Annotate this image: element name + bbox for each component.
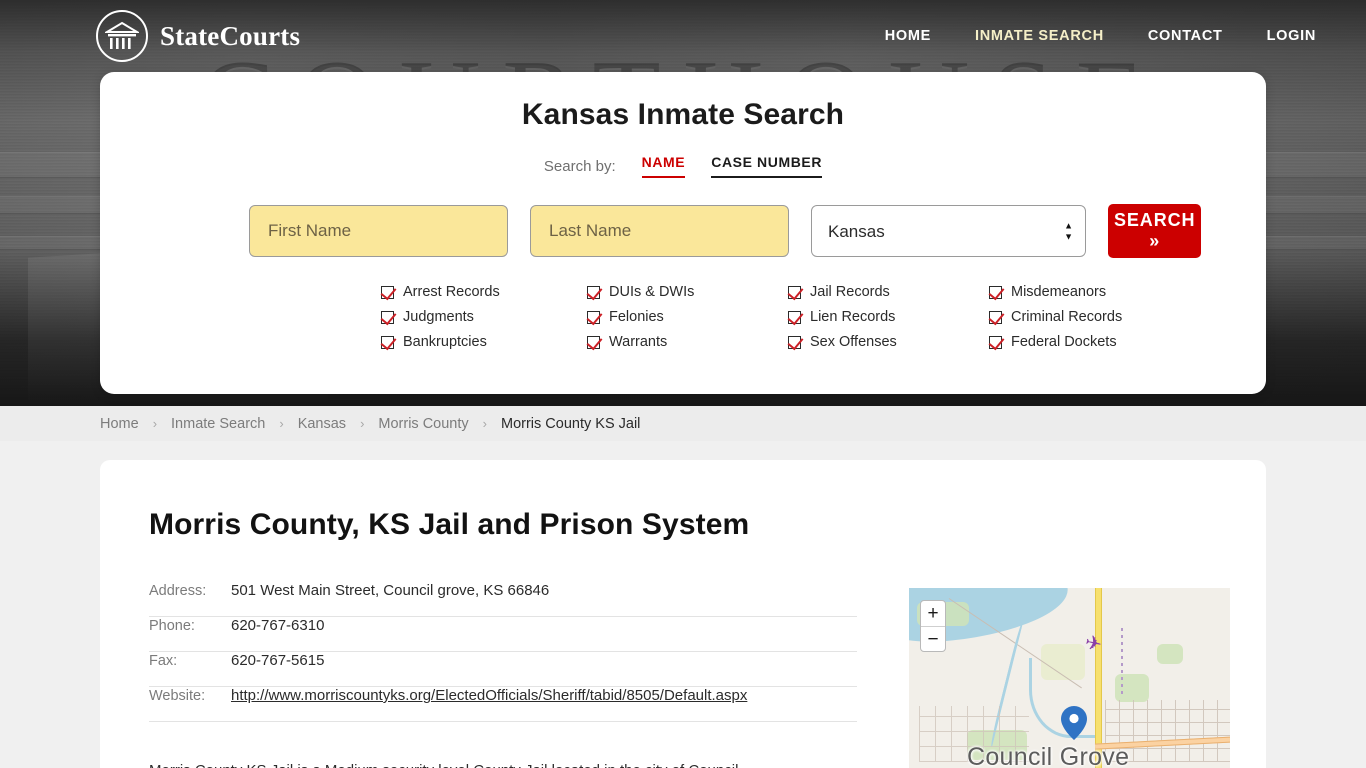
- checkbox-icon: [788, 285, 801, 299]
- info-value-address: 501 West Main Street, Council grove, KS …: [231, 582, 550, 599]
- site-logo-text: StateCourts: [160, 20, 301, 51]
- first-name-input[interactable]: [249, 205, 508, 257]
- map-city-label: Council Grove: [967, 743, 1130, 768]
- map-green-area: [1157, 644, 1183, 664]
- map-tiles: ✈ Council Grove: [909, 588, 1230, 768]
- checkbox-federal-dockets[interactable]: Federal Dockets: [989, 334, 1189, 350]
- info-label: Phone:: [149, 618, 195, 634]
- checkbox-icon: [381, 335, 394, 349]
- breadcrumb-item-current: Morris County KS Jail: [501, 415, 641, 432]
- breadcrumb-item-kansas[interactable]: Kansas: [298, 416, 346, 432]
- nav-item-login[interactable]: LOGIN: [1267, 28, 1316, 44]
- location-map[interactable]: ✈ Council Grove + −: [909, 588, 1230, 768]
- checkbox-label: Judgments: [403, 309, 474, 325]
- search-by-row: Search by: NAME CASE NUMBER: [100, 154, 1266, 178]
- record-type-checkbox-grid: Arrest Records DUIs & DWIs Jail Records …: [100, 258, 1266, 350]
- chevron-right-icon: ›: [152, 416, 158, 431]
- facility-detail-card: Morris County, KS Jail and Prison System…: [100, 460, 1266, 768]
- info-label: Address:: [149, 583, 207, 599]
- map-highway: [1095, 588, 1102, 768]
- chevron-right-icon: ›: [279, 416, 284, 431]
- tab-search-by-case-number[interactable]: CASE NUMBER: [711, 154, 823, 178]
- map-boundary-line: [1121, 628, 1123, 698]
- checkbox-label: DUIs & DWIs: [609, 284, 695, 300]
- checkbox-icon: [381, 310, 394, 324]
- facility-info-table: Address: 501 West Main Street, Council g…: [100, 582, 857, 722]
- facility-description: Morris County KS Jail is a Medium securi…: [100, 737, 860, 768]
- checkbox-judgments[interactable]: Judgments: [381, 309, 587, 325]
- checkbox-label: Sex Offenses: [810, 334, 897, 350]
- top-navigation-bar: StateCourts HOME INMATE SEARCH CONTACT L…: [0, 0, 1366, 72]
- checkbox-icon: [989, 285, 1002, 299]
- checkbox-icon: [587, 335, 600, 349]
- checkbox-icon: [587, 310, 600, 324]
- checkbox-jail-records[interactable]: Jail Records: [788, 284, 989, 300]
- state-select-wrapper: Kansas ▲ ▼: [811, 205, 1086, 257]
- chevron-right-icon: ›: [482, 416, 487, 431]
- breadcrumb-item-home[interactable]: Home: [100, 416, 139, 432]
- site-logo[interactable]: StateCourts: [96, 10, 300, 62]
- checkbox-warrants[interactable]: Warrants: [587, 334, 788, 350]
- checkbox-icon: [788, 335, 801, 349]
- checkbox-label: Misdemeanors: [1011, 284, 1107, 300]
- map-zoom-in-button[interactable]: +: [921, 601, 945, 626]
- search-by-label: Search by:: [543, 157, 616, 175]
- map-zoom-controls: + −: [920, 600, 946, 652]
- nav-item-home[interactable]: HOME: [885, 28, 931, 44]
- main-nav: HOME INMATE SEARCH CONTACT LOGIN: [885, 28, 1316, 44]
- info-row-website: Website: http://www.morriscountyks.org/E…: [149, 687, 857, 722]
- breadcrumb-item-morris-county[interactable]: Morris County: [378, 416, 468, 432]
- info-row-fax: Fax: 620-767-5615: [149, 652, 857, 687]
- info-value-phone: 620-767-6310: [231, 617, 325, 634]
- inmate-search-card: Kansas Inmate Search Search by: NAME CAS…: [100, 72, 1266, 394]
- checkbox-lien-records[interactable]: Lien Records: [788, 309, 989, 325]
- checkbox-icon: [989, 310, 1002, 324]
- search-button[interactable]: SEARCH »: [1108, 204, 1202, 258]
- checkbox-arrest-records[interactable]: Arrest Records: [381, 284, 587, 300]
- checkbox-label: Bankruptcies: [403, 334, 487, 350]
- info-row-phone: Phone: 620-767-6310: [149, 617, 857, 652]
- checkbox-bankruptcies[interactable]: Bankruptcies: [381, 334, 587, 350]
- checkbox-misdemeanors[interactable]: Misdemeanors: [989, 284, 1189, 300]
- last-name-input[interactable]: [530, 205, 789, 257]
- website-link[interactable]: http://www.morriscountyks.org/ElectedOff…: [231, 687, 747, 704]
- info-value-fax: 620-767-5615: [231, 652, 325, 669]
- nav-item-inmate-search[interactable]: INMATE SEARCH: [975, 28, 1104, 44]
- nav-item-contact[interactable]: CONTACT: [1148, 28, 1223, 44]
- checkbox-label: Jail Records: [810, 284, 890, 300]
- info-label: Fax:: [149, 653, 178, 669]
- checkbox-duis-dwis[interactable]: DUIs & DWIs: [587, 284, 788, 300]
- map-zoom-out-button[interactable]: −: [921, 626, 945, 651]
- checkbox-icon: [788, 310, 801, 324]
- search-form: Kansas ▲▼ SEARCH »: [100, 178, 1266, 258]
- chevron-right-icon: ›: [360, 416, 365, 431]
- page-title: Morris County, KS Jail and Prison System: [149, 508, 750, 541]
- info-row-address: Address: 501 West Main Street, Council g…: [149, 582, 857, 617]
- breadcrumb-item-inmate-search[interactable]: Inmate Search: [171, 416, 265, 432]
- checkbox-sex-offenses[interactable]: Sex Offenses: [788, 334, 989, 350]
- map-pin-icon: [1061, 706, 1087, 740]
- breadcrumb: Home › Inmate Search › Kansas › Morris C…: [0, 406, 1366, 441]
- tab-search-by-name[interactable]: NAME: [641, 154, 686, 178]
- search-card-title: Kansas Inmate Search: [521, 98, 845, 131]
- checkbox-icon: [587, 285, 600, 299]
- checkbox-criminal-records[interactable]: Criminal Records: [989, 309, 1189, 325]
- checkbox-icon: [381, 285, 394, 299]
- checkbox-label: Federal Dockets: [1011, 334, 1117, 350]
- checkbox-icon: [989, 335, 1002, 349]
- checkbox-label: Criminal Records: [1011, 309, 1123, 325]
- checkbox-felonies[interactable]: Felonies: [587, 309, 788, 325]
- info-label: Website:: [149, 688, 206, 704]
- checkbox-label: Lien Records: [810, 309, 896, 325]
- checkbox-label: Warrants: [609, 334, 668, 350]
- courthouse-circle-icon: [96, 10, 148, 62]
- checkbox-label: Felonies: [609, 309, 664, 325]
- checkbox-label: Arrest Records: [403, 284, 500, 300]
- facility-info-area: Address: 501 West Main Street, Council g…: [100, 542, 1266, 768]
- state-select[interactable]: Kansas: [811, 205, 1086, 257]
